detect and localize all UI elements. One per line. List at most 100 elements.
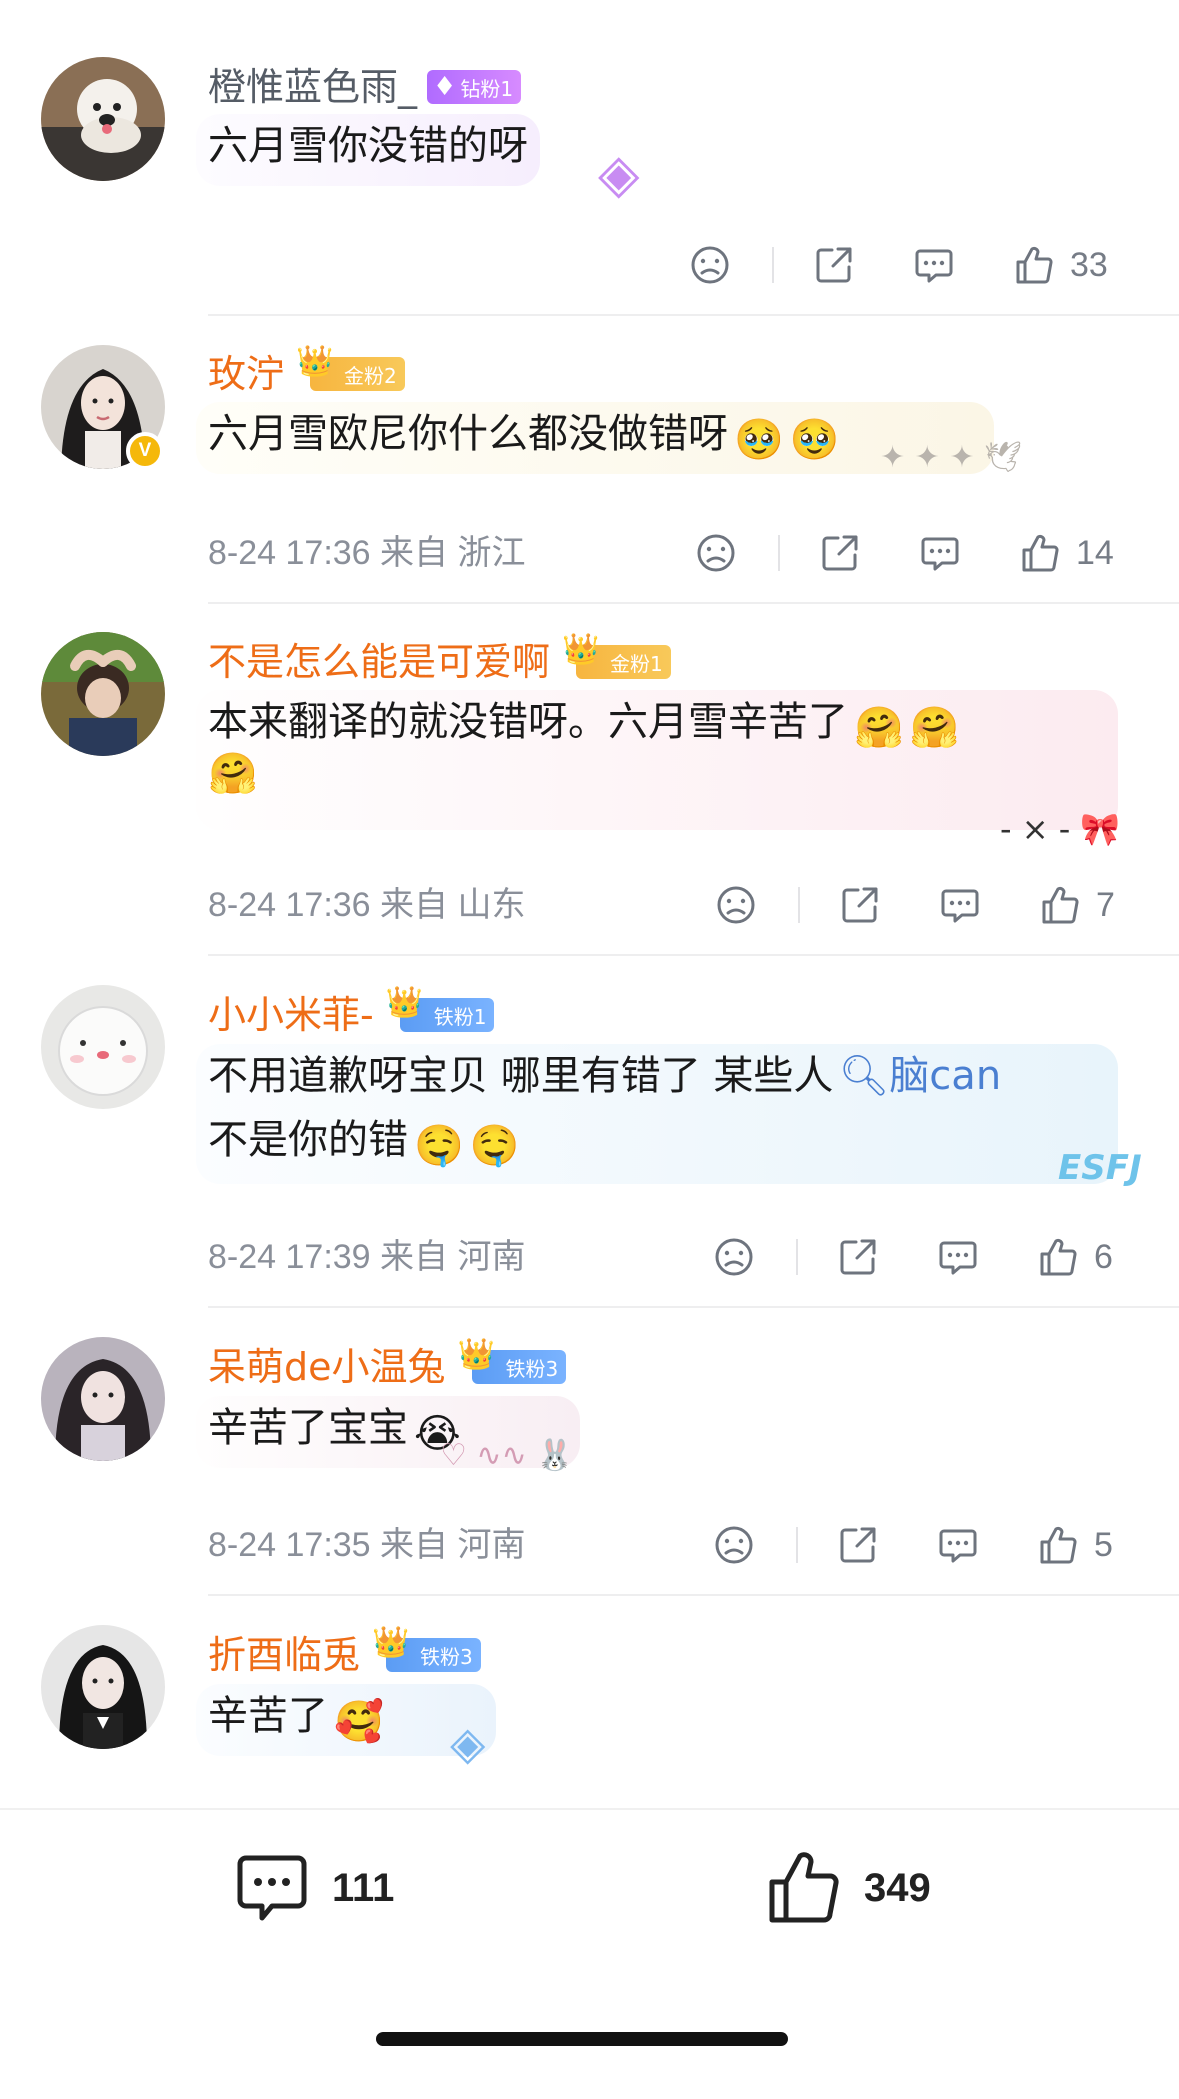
pleading-face-icon: 🥹 xyxy=(734,417,784,463)
crown-icon: 👑 xyxy=(296,344,334,379)
like-count: 5 xyxy=(1094,1525,1113,1564)
dislike-icon[interactable] xyxy=(694,531,738,575)
share-icon[interactable] xyxy=(836,1235,880,1279)
crown-icon: 👑 xyxy=(385,985,424,1020)
username[interactable]: 玫泞 xyxy=(208,349,284,399)
home-indicator[interactable] xyxy=(376,2032,788,2046)
name-row: 不是怎么能是可爱啊 👑 金粉1 xyxy=(208,635,671,687)
badge-label: 铁粉3 xyxy=(505,1356,559,1381)
crown-icon: 👑 xyxy=(372,1625,410,1660)
username[interactable]: 橙惟蓝色雨_ xyxy=(208,62,417,112)
comment-bubble: 六月雪欧尼你什么都没做错呀 🥹 🥹 xyxy=(196,402,994,474)
like-icon[interactable] xyxy=(1036,1235,1080,1279)
drooling-face-icon: 🤤 xyxy=(414,1123,464,1169)
comment-text-continued: 不是你的错 xyxy=(208,1117,408,1163)
like-icon[interactable] xyxy=(1012,243,1056,287)
badge-label: 铁粉3 xyxy=(420,1644,473,1669)
username[interactable]: 呆萌de小温兔 xyxy=(208,1342,446,1392)
username[interactable]: 小小米菲- xyxy=(208,990,374,1040)
comments-count: 111 xyxy=(332,1865,395,1910)
fan-badge[interactable]: 👑 铁粉3 xyxy=(372,1628,481,1672)
avatar[interactable] xyxy=(41,985,165,1109)
hugging-icon: 🤗 xyxy=(854,705,904,751)
reply-icon[interactable] xyxy=(936,1235,980,1279)
diamond-decoration-icon: ◈ xyxy=(450,1716,486,1770)
username[interactable]: 不是怎么能是可爱啊 xyxy=(208,637,550,687)
like-count: 14 xyxy=(1076,533,1114,572)
comment-actions: 5 xyxy=(712,1520,1113,1570)
reply-icon[interactable] xyxy=(936,1523,980,1567)
divider xyxy=(208,1594,1179,1596)
comment-text: 不用道歉呀宝贝 哪里有错了 某些人 xyxy=(208,1053,834,1099)
verified-icon: V xyxy=(126,432,164,470)
search-link-label: 脑can xyxy=(889,1053,1002,1099)
comment-meta: 8-24 17:39 来自 河南 xyxy=(208,1238,526,1276)
likes-count: 349 xyxy=(864,1865,931,1910)
fan-badge[interactable]: 👑 金粉1 xyxy=(562,635,671,679)
like-icon[interactable] xyxy=(1038,883,1082,927)
dislike-icon[interactable] xyxy=(712,1523,756,1567)
avatar[interactable] xyxy=(41,1337,165,1461)
comment-meta: 8-24 17:35 来自 河南 xyxy=(208,1526,526,1564)
separator xyxy=(798,887,800,923)
comment-bubble: 六月雪你没错的呀 xyxy=(196,114,540,186)
comments-button[interactable]: 111 xyxy=(232,1848,394,1928)
divider xyxy=(208,314,1179,316)
reply-icon[interactable] xyxy=(918,531,962,575)
bottom-action-bar: 111 349 xyxy=(0,1808,1179,2098)
crown-icon: 👑 xyxy=(457,1337,495,1372)
share-icon[interactable] xyxy=(818,531,862,575)
fan-badge[interactable]: ♦ 钻粉1 xyxy=(427,70,522,104)
badge-label: 铁粉1 xyxy=(433,1004,487,1029)
search-link[interactable]: 🔍︎脑can xyxy=(839,1053,1002,1099)
comment-text: 六月雪欧尼你什么都没做错呀 xyxy=(208,411,728,457)
crown-icon: 👑 xyxy=(562,632,600,667)
avatar[interactable] xyxy=(41,57,165,181)
username[interactable]: 折酉临兎 xyxy=(208,1630,360,1680)
diamond-decoration-icon: ◈ xyxy=(598,142,640,205)
thumbs-up-icon xyxy=(769,1852,839,1923)
reply-icon[interactable] xyxy=(912,243,956,287)
reply-icon[interactable] xyxy=(938,883,982,927)
share-icon[interactable] xyxy=(812,243,856,287)
comment-actions: 7 xyxy=(714,880,1115,930)
share-icon[interactable] xyxy=(836,1523,880,1567)
comment-text: 六月雪你没错的呀 xyxy=(208,123,528,169)
hugging-icon: 🤗 xyxy=(208,751,258,797)
comment-actions: 6 xyxy=(712,1232,1113,1282)
name-row: 玫泞 👑 金粉2 xyxy=(208,347,405,399)
name-row: 折酉临兎 👑 铁粉3 xyxy=(208,1628,481,1680)
like-icon[interactable] xyxy=(1036,1523,1080,1567)
like-count: 6 xyxy=(1094,1237,1113,1276)
fan-badge[interactable]: 👑 金粉2 xyxy=(296,347,405,391)
comment-text: 辛苦了 xyxy=(208,1693,328,1739)
sparkle-dove-decoration-icon: ✦ ✦ ✦ 🕊 xyxy=(880,440,1023,475)
dislike-icon[interactable] xyxy=(688,243,732,287)
comment-text: 辛苦了宝宝 xyxy=(208,1405,408,1451)
dislike-icon[interactable] xyxy=(714,883,758,927)
name-row: 呆萌de小温兔 👑 铁粉3 xyxy=(208,1340,567,1392)
fan-badge[interactable]: 👑 铁粉1 xyxy=(386,988,495,1032)
smiling-hearts-face-icon: 🥰 xyxy=(334,1699,384,1745)
comment-actions: 33 xyxy=(688,240,1108,290)
badge-label: 钻粉1 xyxy=(460,76,514,101)
avatar[interactable] xyxy=(41,632,165,756)
avatar[interactable] xyxy=(41,1625,165,1749)
comment-meta: 8-24 17:36 来自 浙江 xyxy=(208,534,526,572)
separator xyxy=(772,247,774,283)
separator xyxy=(778,535,780,571)
diamond-icon: ♦ xyxy=(433,72,457,102)
like-post-button[interactable]: 349 xyxy=(764,1848,931,1928)
comment-actions: 14 xyxy=(694,528,1114,578)
fan-badge[interactable]: 👑 铁粉3 xyxy=(458,1340,567,1384)
separator xyxy=(796,1239,798,1275)
share-icon[interactable] xyxy=(838,883,882,927)
badge-label: 金粉1 xyxy=(610,651,663,676)
dislike-icon[interactable] xyxy=(712,1235,756,1279)
like-icon[interactable] xyxy=(1018,531,1062,575)
divider xyxy=(208,954,1179,956)
badge-label: 金粉2 xyxy=(344,363,397,388)
like-count: 33 xyxy=(1070,245,1108,284)
divider xyxy=(208,602,1179,604)
comment-bubble: 本来翻译的就没错呀。六月雪辛苦了 🤗 🤗 🤗 xyxy=(196,690,1118,830)
